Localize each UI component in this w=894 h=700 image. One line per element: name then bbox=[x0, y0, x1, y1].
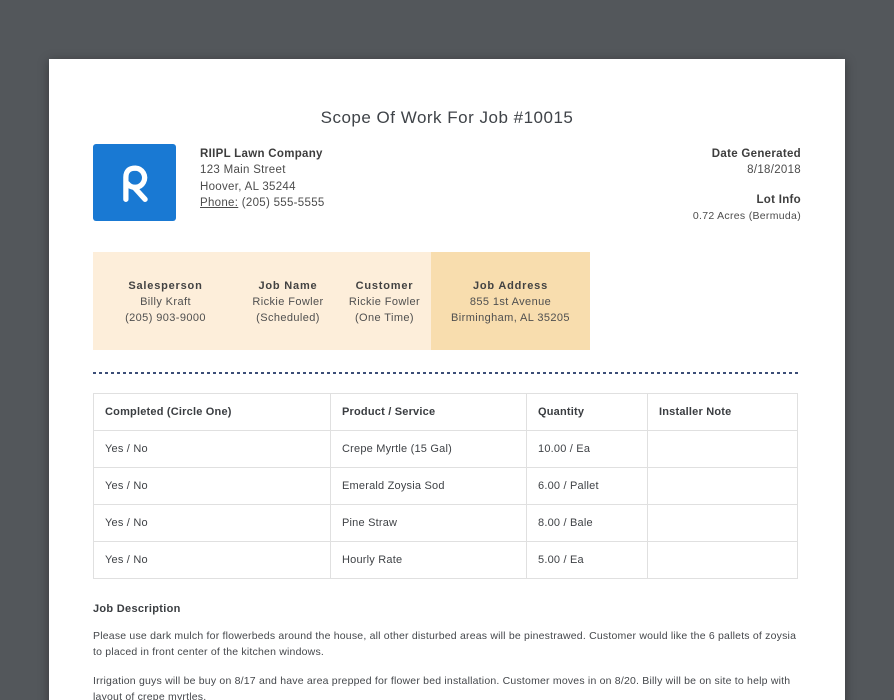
cell-installer-note bbox=[647, 467, 798, 506]
phone-number: (205) 555-5555 bbox=[241, 196, 325, 209]
customer-name: Rickie Fowler bbox=[348, 296, 421, 309]
cell-completed: Yes / No bbox=[93, 504, 331, 543]
cell-installer-note bbox=[647, 504, 798, 543]
info-cell-customer: Customer Rickie Fowler (One Time) bbox=[338, 252, 431, 350]
header-product-service: Product / Service bbox=[330, 393, 527, 432]
job-description-paragraph-2: Irrigation guys will be buy on 8/17 and … bbox=[93, 675, 791, 700]
cell-product: Crepe Myrtle (15 Gal) bbox=[330, 430, 527, 469]
cell-product: Pine Straw bbox=[330, 504, 527, 543]
salesperson-name: Billy Kraft bbox=[140, 296, 191, 309]
table-row: Yes / No Hourly Rate 5.00 / Ea bbox=[93, 541, 798, 580]
company-name: RIIPL Lawn Company bbox=[200, 148, 323, 160]
date-generated-value: 8/18/2018 bbox=[747, 164, 801, 177]
page-content: Scope Of Work For Job #10015 RIIPL Lawn … bbox=[49, 108, 845, 700]
cell-completed: Yes / No bbox=[93, 430, 331, 469]
company-address-line2: Hoover, AL 35244 bbox=[200, 180, 296, 193]
lot-info-value: 0.72 Acres (Bermuda) bbox=[692, 209, 801, 222]
job-name-status: (Scheduled) bbox=[256, 312, 320, 325]
job-description-heading: Job Description bbox=[93, 603, 181, 616]
salesperson-label: Salesperson bbox=[128, 280, 203, 293]
page-title: Scope Of Work For Job #10015 bbox=[320, 108, 574, 127]
company-address-line1: 123 Main Street bbox=[200, 164, 286, 177]
job-description-paragraph-1: Please use dark mulch for flowerbeds aro… bbox=[93, 630, 797, 659]
job-address-line2: Birmingham, AL 35205 bbox=[451, 312, 570, 325]
info-cell-job-name: Job Name Rickie Fowler (Scheduled) bbox=[238, 252, 338, 350]
customer-label: Customer bbox=[355, 280, 414, 293]
header-installer-note: Installer Note bbox=[647, 393, 798, 432]
company-logo bbox=[93, 144, 176, 221]
cell-installer-note bbox=[647, 541, 798, 580]
cell-installer-note bbox=[647, 430, 798, 469]
job-address-line1: 855 1st Avenue bbox=[469, 296, 552, 309]
job-name-value: Rickie Fowler bbox=[252, 296, 324, 309]
meta-info: Date Generated 8/18/2018 Lot Info 0.72 A… bbox=[693, 144, 801, 224]
header-quantity: Quantity bbox=[526, 393, 648, 432]
customer-type: (One Time) bbox=[354, 312, 414, 325]
job-name-label: Job Name bbox=[258, 280, 318, 293]
phone-label: Phone: bbox=[200, 196, 239, 209]
company-info: RIIPL Lawn Company 123 Main Street Hoove… bbox=[200, 144, 325, 211]
cell-quantity: 5.00 / Ea bbox=[526, 541, 648, 580]
cell-quantity: 10.00 / Ea bbox=[526, 430, 648, 469]
products-table: Completed (Circle One) Product / Service… bbox=[93, 393, 798, 580]
table-header-row: Completed (Circle One) Product / Service… bbox=[93, 393, 798, 432]
info-cell-salesperson: Salesperson Billy Kraft (205) 903-9000 bbox=[93, 252, 238, 350]
salesperson-phone: (205) 903-9000 bbox=[125, 312, 206, 325]
dashed-divider bbox=[93, 372, 801, 375]
header-row: RIIPL Lawn Company 123 Main Street Hoove… bbox=[93, 144, 801, 224]
date-generated-label: Date Generated bbox=[711, 148, 801, 160]
job-info-bar: Salesperson Billy Kraft (205) 903-9000 J… bbox=[93, 252, 590, 351]
cell-product: Emerald Zoysia Sod bbox=[330, 467, 527, 506]
document-page: Scope Of Work For Job #10015 RIIPL Lawn … bbox=[49, 59, 845, 700]
table-row: Yes / No Emerald Zoysia Sod 6.00 / Palle… bbox=[93, 467, 798, 506]
table-row: Yes / No Pine Straw 8.00 / Bale bbox=[93, 504, 798, 543]
table-row: Yes / No Crepe Myrtle (15 Gal) 10.00 / E… bbox=[93, 430, 798, 469]
job-address-label: Job Address bbox=[472, 280, 549, 293]
lot-info-label: Lot Info bbox=[756, 193, 801, 206]
cell-quantity: 6.00 / Pallet bbox=[526, 467, 648, 506]
document-viewer: Scope Of Work For Job #10015 RIIPL Lawn … bbox=[0, 0, 894, 700]
cell-completed: Yes / No bbox=[93, 467, 331, 506]
cell-quantity: 8.00 / Bale bbox=[526, 504, 648, 543]
cell-product: Hourly Rate bbox=[330, 541, 527, 580]
header-completed: Completed (Circle One) bbox=[93, 393, 331, 432]
company-phone: Phone: (205) 555-5555 bbox=[200, 195, 325, 211]
logo-r-icon bbox=[122, 164, 148, 202]
cell-completed: Yes / No bbox=[93, 541, 331, 580]
info-cell-job-address: Job Address 855 1st Avenue Birmingham, A… bbox=[431, 252, 590, 351]
